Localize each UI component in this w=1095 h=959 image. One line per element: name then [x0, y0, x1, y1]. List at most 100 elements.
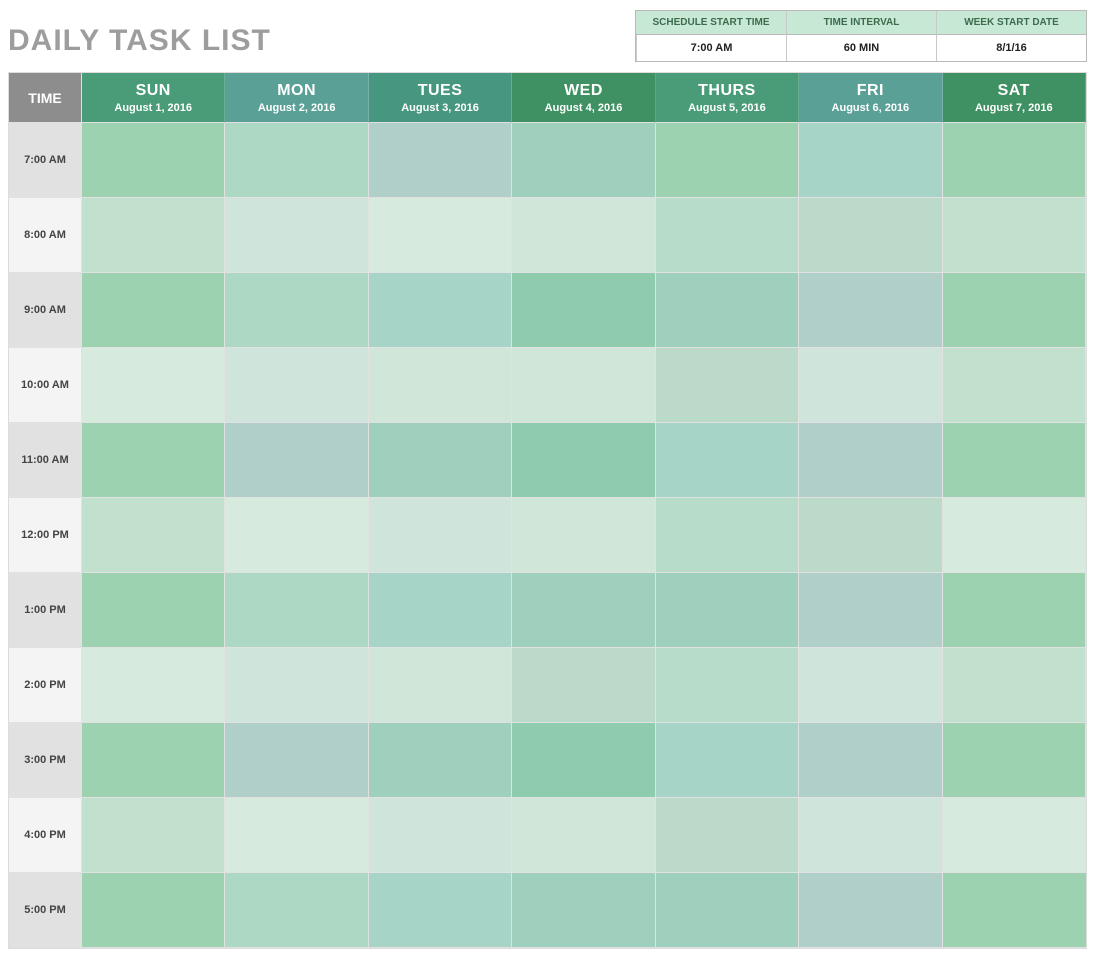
task-cell[interactable]: [225, 723, 368, 798]
task-cell[interactable]: [799, 198, 942, 273]
task-cell[interactable]: [943, 573, 1086, 648]
task-cell[interactable]: [225, 423, 368, 498]
day-header-tues: TUES August 3, 2016: [369, 73, 512, 123]
week-start-date-value[interactable]: 8/1/16: [936, 35, 1086, 61]
task-cell[interactable]: [82, 423, 225, 498]
task-cell[interactable]: [512, 273, 655, 348]
task-cell[interactable]: [82, 123, 225, 198]
task-cell[interactable]: [799, 798, 942, 873]
task-cell[interactable]: [656, 873, 799, 948]
task-cell[interactable]: [943, 498, 1086, 573]
task-cell[interactable]: [369, 123, 512, 198]
task-cell[interactable]: [512, 348, 655, 423]
task-cell[interactable]: [943, 273, 1086, 348]
task-cell[interactable]: [225, 798, 368, 873]
task-cell[interactable]: [369, 798, 512, 873]
day-short: SAT: [998, 82, 1030, 100]
task-cell[interactable]: [82, 273, 225, 348]
task-cell[interactable]: [656, 723, 799, 798]
task-cell[interactable]: [656, 423, 799, 498]
day-date: August 7, 2016: [975, 102, 1053, 114]
task-cell[interactable]: [512, 573, 655, 648]
day-short: MON: [277, 82, 316, 100]
task-cell[interactable]: [512, 723, 655, 798]
task-cell[interactable]: [799, 123, 942, 198]
task-cell[interactable]: [943, 198, 1086, 273]
task-cell[interactable]: [82, 648, 225, 723]
task-cell[interactable]: [799, 348, 942, 423]
task-cell[interactable]: [943, 348, 1086, 423]
task-cell[interactable]: [369, 273, 512, 348]
task-cell[interactable]: [943, 723, 1086, 798]
task-cell[interactable]: [799, 498, 942, 573]
task-cell[interactable]: [512, 198, 655, 273]
task-cell[interactable]: [943, 123, 1086, 198]
task-cell[interactable]: [799, 648, 942, 723]
task-cell[interactable]: [225, 348, 368, 423]
task-cell[interactable]: [225, 498, 368, 573]
task-cell[interactable]: [943, 423, 1086, 498]
day-header-fri: FRIAugust 6, 2016: [799, 73, 942, 123]
task-cell[interactable]: [799, 573, 942, 648]
task-cell[interactable]: [512, 798, 655, 873]
task-cell[interactable]: [225, 573, 368, 648]
task-cell[interactable]: [656, 498, 799, 573]
task-cell[interactable]: [225, 648, 368, 723]
task-cell[interactable]: [656, 573, 799, 648]
time-label: 1:00 PM: [9, 573, 82, 648]
day-date: August 6, 2016: [832, 102, 910, 114]
settings-header: WEEK START DATE: [936, 11, 1086, 35]
time-label: 11:00 AM: [9, 423, 82, 498]
task-cell[interactable]: [369, 648, 512, 723]
task-cell[interactable]: [512, 873, 655, 948]
task-cell[interactable]: [82, 723, 225, 798]
time-interval-value[interactable]: 60 MIN: [786, 35, 936, 61]
task-cell[interactable]: [656, 198, 799, 273]
task-cell[interactable]: [369, 873, 512, 948]
task-cell[interactable]: [369, 198, 512, 273]
task-cell[interactable]: [943, 648, 1086, 723]
time-label: 4:00 PM: [9, 798, 82, 873]
task-cell[interactable]: [512, 498, 655, 573]
day-header-thurs: THURSAugust 5, 2016: [656, 73, 799, 123]
day-short: TUES: [418, 82, 463, 100]
task-cell[interactable]: [82, 498, 225, 573]
task-cell[interactable]: [82, 348, 225, 423]
task-cell[interactable]: [82, 798, 225, 873]
task-cell[interactable]: [656, 348, 799, 423]
task-cell[interactable]: [799, 423, 942, 498]
day-short: THURS: [698, 82, 756, 100]
task-cell[interactable]: [225, 273, 368, 348]
task-cell[interactable]: [656, 273, 799, 348]
task-cell[interactable]: [799, 273, 942, 348]
task-cell[interactable]: [369, 498, 512, 573]
task-cell[interactable]: [369, 348, 512, 423]
task-cell[interactable]: [225, 873, 368, 948]
task-cell[interactable]: [82, 873, 225, 948]
day-date: August 3, 2016: [401, 102, 479, 114]
task-cell[interactable]: [225, 123, 368, 198]
task-cell[interactable]: [369, 573, 512, 648]
task-cell[interactable]: [656, 123, 799, 198]
schedule-start-time-value[interactable]: 7:00 AM: [636, 35, 786, 61]
time-column-header: TIME: [9, 73, 82, 123]
task-cell[interactable]: [225, 198, 368, 273]
task-cell[interactable]: [943, 798, 1086, 873]
task-cell[interactable]: [369, 423, 512, 498]
day-date: August 4, 2016: [545, 102, 623, 114]
task-cell[interactable]: [369, 723, 512, 798]
task-cell[interactable]: [943, 873, 1086, 948]
time-label: 9:00 AM: [9, 273, 82, 348]
task-cell[interactable]: [799, 873, 942, 948]
task-cell[interactable]: [82, 198, 225, 273]
day-header-wed: WEDAugust 4, 2016: [512, 73, 655, 123]
time-label: 5:00 PM: [9, 873, 82, 948]
task-cell[interactable]: [82, 573, 225, 648]
task-cell[interactable]: [512, 648, 655, 723]
task-cell[interactable]: [512, 423, 655, 498]
task-cell[interactable]: [656, 798, 799, 873]
day-date: August 1, 2016: [114, 102, 192, 114]
task-cell[interactable]: [656, 648, 799, 723]
task-cell[interactable]: [512, 123, 655, 198]
task-cell[interactable]: [799, 723, 942, 798]
